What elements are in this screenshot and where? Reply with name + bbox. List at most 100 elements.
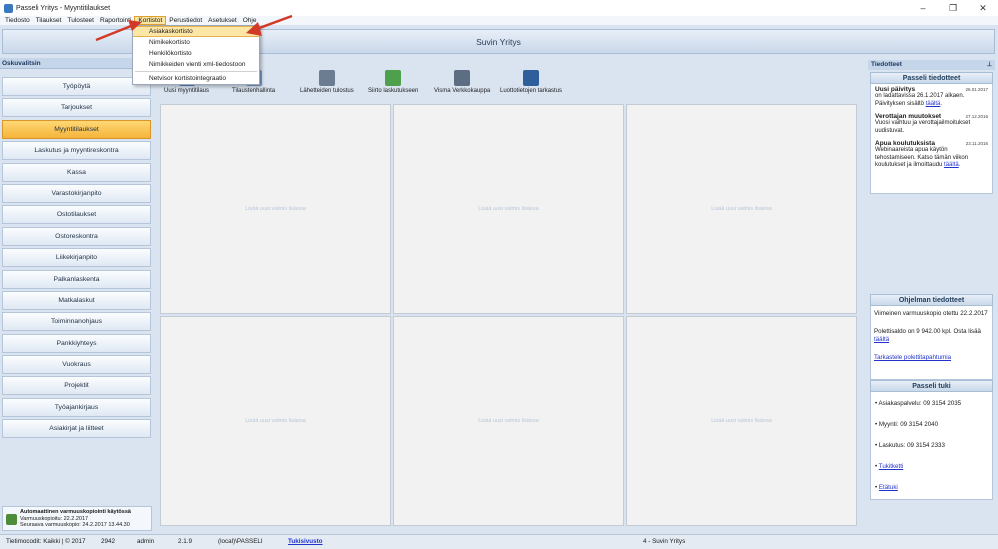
tool-transfer-billing[interactable]: Siirto laskutukseen (368, 70, 418, 94)
nav-item-ty-p-yt-[interactable]: Työpöytä (2, 77, 151, 96)
tool-webshop[interactable]: Visma Verkkokauppa (434, 70, 490, 94)
nav-item-toiminnanohjaus[interactable]: Toiminnanohjaus (2, 312, 151, 332)
company-name: Suvin Yritys (476, 36, 521, 47)
nav-item-pankkiyhteys[interactable]: Pankkiyhteys (2, 333, 151, 353)
status-version: 2.1.9 (178, 538, 193, 545)
nav-item-tarjoukset[interactable]: Tarjoukset (2, 98, 151, 118)
app-icon (4, 3, 13, 13)
dropdown-item-henkil-kortisto[interactable]: Henkilökortisto (133, 48, 259, 59)
nav-item-ostoreskontra[interactable]: Ostoreskontra (2, 226, 151, 246)
news-title: Uusi päivitys (875, 86, 916, 93)
news-item: Verottajan muutokset 27.12.2016 Vuosi vaih… (875, 113, 988, 135)
module-nav-list: Työpöytä Tarjoukset Myyntitilaukset Laskutu… (0, 69, 154, 439)
annotation-arrow-right (246, 14, 293, 36)
news-item: Apua koulutuksista 23.11.2016 Webinaareist… (875, 140, 988, 170)
news-link[interactable]: täältä (944, 162, 959, 168)
program-notices: Viimeinen varmuuskopio otettu 22.2.2017 … (870, 306, 993, 380)
tool-print-shipments[interactable]: Lähetteiden tulostus (300, 70, 354, 94)
pin-icon[interactable]: ⊥ (987, 60, 992, 70)
add-widget-slot[interactable]: Lisää uusi valmis lisäosa (160, 104, 391, 314)
window-controls: – ❐ ✕ (908, 0, 998, 16)
title-bar: Passeli Yritys - Myyntitilaukset – ❐ ✕ (0, 0, 998, 16)
add-widget-slot[interactable]: Lisää uusi valmis lisäosa (626, 104, 857, 314)
close-button[interactable]: ✕ (968, 0, 998, 16)
nav-item-asiakirjat-ja-liitteet[interactable]: Asiakirjat ja liitteet (2, 419, 151, 439)
nav-item-kassa[interactable]: Kassa (2, 162, 151, 182)
news-body: Vuosi vaihtuu ja verottajailmoitukset uu… (875, 120, 971, 134)
support-item: • Asiakaspalvelu: 09 3154 2035 (875, 396, 988, 417)
last-backup-text: Viimeinen varmuuskopio otettu 22.2.2017 (874, 310, 988, 317)
minimize-button[interactable]: – (908, 0, 938, 16)
news-date: 23.11.2016 (965, 141, 988, 146)
nav-item-laskutus-ja-myyntireskontra[interactable]: Laskutus ja myyntireskontra (2, 141, 151, 161)
support-link[interactable]: Etätuki (879, 484, 898, 491)
nav-item-vuokraus[interactable]: Vuokraus (2, 355, 151, 375)
tool-label: Luottotietojen tarkastus (500, 88, 563, 94)
tool-label: Visma Verkkokauppa (434, 88, 491, 94)
credit-check-icon (523, 70, 540, 86)
support-link[interactable]: Tukitketti (879, 463, 904, 470)
support-contact: • Laskutus: 09 3154 2333 (875, 442, 945, 449)
tool-credit-check[interactable]: Luottotietojen tarkastus (500, 70, 562, 94)
menu-asetukset[interactable]: Asetukset (205, 16, 240, 25)
notices-header-label: Tiedotteet (871, 61, 902, 68)
dropdown-item-nimikkeiden-vienti-xml-tiedostoon[interactable]: Nimikkeiden vienti xml-tiedostoon (133, 59, 259, 70)
news-title: Verottajan muutokset (875, 113, 942, 120)
backup-line-1: Automaattinen varmuuskopiointi käytössä (20, 509, 131, 515)
tool-label: Lähetteiden tulostus (300, 88, 354, 94)
support-item: • Etätuki (875, 484, 898, 491)
token-balance-text: Polettisaldo on 9 942.00 kpl. Osta lisää (874, 328, 981, 335)
program-notices-title: Ohjelman tiedotteet (870, 294, 993, 306)
support-item: • Laskutus: 09 3154 2333 (875, 438, 988, 459)
add-widget-slot[interactable]: Lisää uusi valmis lisäosa (626, 316, 857, 526)
news-item: Uusi päivitys 26.01.2017 on ladattavissa 2… (875, 86, 988, 108)
news-link[interactable]: täältä (926, 101, 941, 107)
tool-label: Tilaustenhallinta (232, 88, 276, 94)
nav-item-projektit[interactable]: Projektit (2, 376, 151, 396)
support-item: • Tukitketti (875, 463, 904, 470)
support-site-link[interactable]: Tukisivusto (288, 538, 323, 545)
news-date: 27.12.2016 (965, 114, 988, 119)
add-widget-slot[interactable]: Lisää uusi valmis lisäosa (160, 316, 391, 526)
dropdown-separator (135, 71, 257, 72)
add-widget-slot[interactable]: Lisää uusi valmis lisäosa (393, 104, 624, 314)
tool-label: Uusi myyntitilaus (164, 88, 210, 94)
window-title: Passeli Yritys - Myyntitilaukset (16, 4, 111, 12)
nav-item-liikekirjanpito[interactable]: Liikekirjanpito (2, 248, 151, 268)
nav-item-myyntitilaukset[interactable]: Myyntitilaukset (2, 119, 151, 139)
notices-header: Tiedotteet ⊥ (868, 60, 995, 70)
dropdown-item-netvisor-kortistointegraatio[interactable]: Netvisor kortistointegraatio (133, 73, 259, 84)
buy-tokens-link[interactable]: täältä (874, 336, 889, 343)
annotation-arrow-left (95, 20, 142, 42)
token-events-link[interactable]: Tarkastele polettitapahtumia (874, 354, 989, 362)
status-database: (local)\PASSELI (218, 538, 263, 545)
nav-item-palkanlaskenta[interactable]: Palkanlaskenta (2, 269, 151, 289)
nav-item-ty-ajankirjaus[interactable]: Työajankirjaus (2, 397, 151, 417)
menu-perustiedot[interactable]: Perustiedot (166, 16, 205, 25)
backup-line-3: Seuraava varmuuskopio: 24.2.2017 13.44.3… (20, 522, 130, 528)
support-contact: • Asiakaspalvelu: 09 3154 2035 (875, 400, 962, 407)
add-widget-slot[interactable]: Lisää uusi valmis lisäosa (393, 316, 624, 526)
backup-status: Automaattinen varmuuskopiointi käytössä … (2, 506, 152, 531)
dashboard-grid: Lisää uusi valmis lisäosa Lisää uusi valm… (160, 104, 865, 527)
nav-item-matkalaskut[interactable]: Matkalaskut (2, 290, 151, 310)
notices-panel: Tiedotteet ⊥ Passeli tiedotteet Uusi päi… (868, 60, 995, 533)
menu-tilaukset[interactable]: Tilaukset (33, 16, 65, 25)
token-balance: Polettisaldo on 9 942.00 kpl. Osta lisää… (874, 328, 989, 344)
passeli-news-title: Passeli tiedotteet (870, 72, 993, 84)
support-contact: • Myynti: 09 3154 2040 (875, 421, 939, 428)
nav-item-ostotilaukset[interactable]: Ostotilaukset (2, 205, 151, 225)
backup-icon (6, 514, 17, 525)
menu-tiedosto[interactable]: Tiedosto (2, 16, 33, 25)
module-selector-panel: Oskuvalitsin Työpöytä Tarjoukset Myyntitil… (0, 58, 154, 533)
status-user: admin (137, 538, 155, 545)
news-tail: . (958, 162, 961, 168)
status-company: 4 - Suvin Yritys (643, 538, 686, 545)
passeli-support-title: Passeli tuki (870, 380, 993, 392)
transfer-billing-icon (385, 70, 402, 86)
news-title: Apua koulutuksista (875, 140, 935, 147)
nav-item-varastokirjanpito[interactable]: Varastokirjanpito (2, 183, 151, 203)
status-codes: Tietimocodit: Kaikki | © 2017 (6, 538, 86, 545)
support-item: • Myynti: 09 3154 2040 (875, 417, 988, 438)
maximize-button[interactable]: ❐ (938, 0, 968, 16)
